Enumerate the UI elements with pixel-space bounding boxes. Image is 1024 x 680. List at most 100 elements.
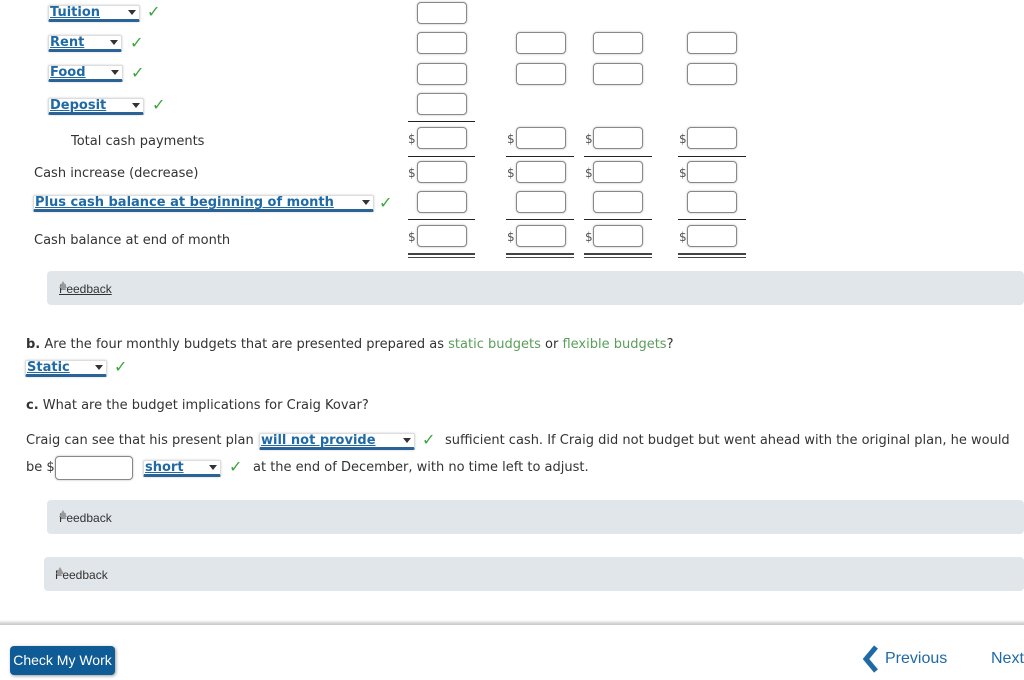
sentence1-suffix: sufficient cash. If Craig did not budget… bbox=[445, 433, 1010, 448]
ending-balance-input[interactable] bbox=[516, 225, 566, 247]
short-excess-select[interactable]: short bbox=[143, 460, 221, 477]
select-value: Static bbox=[27, 360, 70, 375]
cash-increase-input[interactable] bbox=[687, 161, 737, 183]
budget-type-select[interactable]: Static bbox=[25, 360, 107, 377]
underline bbox=[506, 219, 574, 220]
question-text: What are the budget implications for Cra… bbox=[42, 398, 369, 413]
beginning-balance-input[interactable] bbox=[687, 191, 737, 213]
previous-chevron-icon[interactable] bbox=[861, 645, 881, 673]
beginning-balance-input[interactable] bbox=[593, 191, 643, 213]
cash-increase-input[interactable] bbox=[417, 161, 467, 183]
double-underline bbox=[506, 253, 574, 258]
cash-increase-input[interactable] bbox=[593, 161, 643, 183]
amount-input[interactable] bbox=[593, 63, 643, 85]
check-icon: ✓ bbox=[130, 33, 144, 52]
check-icon: ✓ bbox=[422, 430, 436, 449]
total-cash-payments-input[interactable] bbox=[516, 127, 566, 149]
dollar-sign: $ bbox=[507, 230, 515, 244]
amount-input[interactable] bbox=[687, 32, 737, 54]
underline bbox=[408, 156, 475, 157]
beginning-balance-input[interactable] bbox=[417, 191, 467, 213]
amount-input[interactable] bbox=[593, 32, 643, 54]
chevron-down-icon bbox=[110, 40, 118, 45]
dollar-sign: $ bbox=[679, 132, 687, 146]
footer-divider bbox=[0, 620, 1024, 625]
select-value: Deposit bbox=[50, 98, 107, 113]
select-value: Tuition bbox=[50, 5, 101, 20]
amount-input[interactable] bbox=[417, 32, 467, 54]
ending-balance-input[interactable] bbox=[417, 225, 467, 247]
chevron-down-icon bbox=[95, 365, 103, 370]
chevron-down-icon bbox=[132, 103, 140, 108]
payment-select-tuition[interactable]: Tuition bbox=[48, 5, 140, 22]
amount-input[interactable] bbox=[417, 93, 467, 115]
ending-balance-input[interactable] bbox=[593, 225, 643, 247]
double-underline bbox=[678, 253, 746, 258]
chevron-down-icon bbox=[209, 465, 217, 470]
question-text: or bbox=[545, 337, 559, 352]
check-icon: ✓ bbox=[114, 357, 128, 376]
select-value: short bbox=[145, 460, 184, 475]
underline bbox=[584, 156, 652, 157]
ending-balance-input[interactable] bbox=[687, 225, 737, 247]
dollar-sign: $ bbox=[408, 230, 416, 244]
chevron-down-icon bbox=[111, 70, 119, 75]
feedback-panel[interactable]: Feedback bbox=[44, 557, 1024, 591]
next-button[interactable]: Next bbox=[991, 650, 1024, 668]
chevron-down-icon bbox=[362, 200, 370, 205]
cash-increase-input[interactable] bbox=[516, 161, 566, 183]
feedback-panel[interactable]: Feedback bbox=[47, 271, 1024, 305]
payment-select-deposit[interactable]: Deposit bbox=[48, 98, 144, 115]
plan-provision-select[interactable]: will not provide bbox=[259, 433, 415, 450]
underline bbox=[408, 121, 475, 122]
amount-input[interactable] bbox=[516, 32, 566, 54]
part-c-letter: c. bbox=[26, 398, 39, 413]
double-underline bbox=[408, 253, 475, 258]
amount-input[interactable] bbox=[417, 2, 467, 24]
question-text: ? bbox=[666, 337, 674, 352]
collapse-arrow-icon[interactable] bbox=[56, 567, 64, 574]
check-icon: ✓ bbox=[131, 63, 145, 82]
collapse-arrow-icon[interactable] bbox=[59, 281, 67, 288]
dollar-sign: $ bbox=[679, 230, 687, 244]
part-b-question: b. Are the four monthly budgets that are… bbox=[26, 337, 673, 352]
static-budgets-term-link[interactable]: static budgets bbox=[448, 337, 541, 352]
feedback-panel[interactable]: Feedback bbox=[47, 500, 1024, 534]
plus-cash-balance-select[interactable]: Plus cash balance at beginning of month bbox=[33, 195, 374, 212]
check-icon: ✓ bbox=[229, 457, 243, 476]
check-my-work-button[interactable]: Check My Work bbox=[10, 646, 115, 675]
select-value: will not provide bbox=[261, 433, 376, 448]
sentence2-prefix: be $ bbox=[26, 460, 55, 475]
amount-input[interactable] bbox=[516, 63, 566, 85]
payment-select-food[interactable]: Food bbox=[48, 65, 123, 82]
payment-select-rent[interactable]: Rent bbox=[48, 35, 122, 52]
chevron-down-icon bbox=[403, 438, 411, 443]
total-cash-payments-label: Total cash payments bbox=[71, 134, 205, 149]
total-cash-payments-input[interactable] bbox=[417, 127, 467, 149]
amount-input[interactable] bbox=[687, 63, 737, 85]
flexible-budgets-term-link[interactable]: flexible budgets bbox=[562, 337, 666, 352]
select-value: Rent bbox=[50, 35, 85, 50]
dollar-sign: $ bbox=[585, 230, 593, 244]
select-value: Plus cash balance at beginning of month bbox=[35, 195, 334, 210]
dollar-sign: $ bbox=[408, 166, 416, 180]
chevron-down-icon bbox=[128, 10, 136, 15]
collapse-arrow-icon[interactable] bbox=[59, 510, 67, 517]
amount-input[interactable] bbox=[417, 63, 467, 85]
part-b-letter: b. bbox=[26, 337, 41, 352]
double-underline bbox=[584, 253, 652, 258]
dollar-sign: $ bbox=[585, 132, 593, 146]
check-icon: ✓ bbox=[152, 95, 166, 114]
dollar-sign: $ bbox=[408, 132, 416, 146]
shortfall-amount-input[interactable] bbox=[55, 456, 133, 480]
previous-button[interactable]: Previous bbox=[885, 650, 947, 668]
sentence1-prefix: Craig can see that his present plan bbox=[26, 433, 254, 448]
total-cash-payments-input[interactable] bbox=[593, 127, 643, 149]
question-text: Are the four monthly budgets that are pr… bbox=[44, 337, 445, 352]
beginning-balance-input[interactable] bbox=[516, 191, 566, 213]
select-value: Food bbox=[50, 65, 86, 80]
cash-balance-end-label: Cash balance at end of month bbox=[34, 233, 231, 248]
underline bbox=[584, 219, 652, 220]
underline bbox=[678, 219, 746, 220]
total-cash-payments-input[interactable] bbox=[687, 127, 737, 149]
